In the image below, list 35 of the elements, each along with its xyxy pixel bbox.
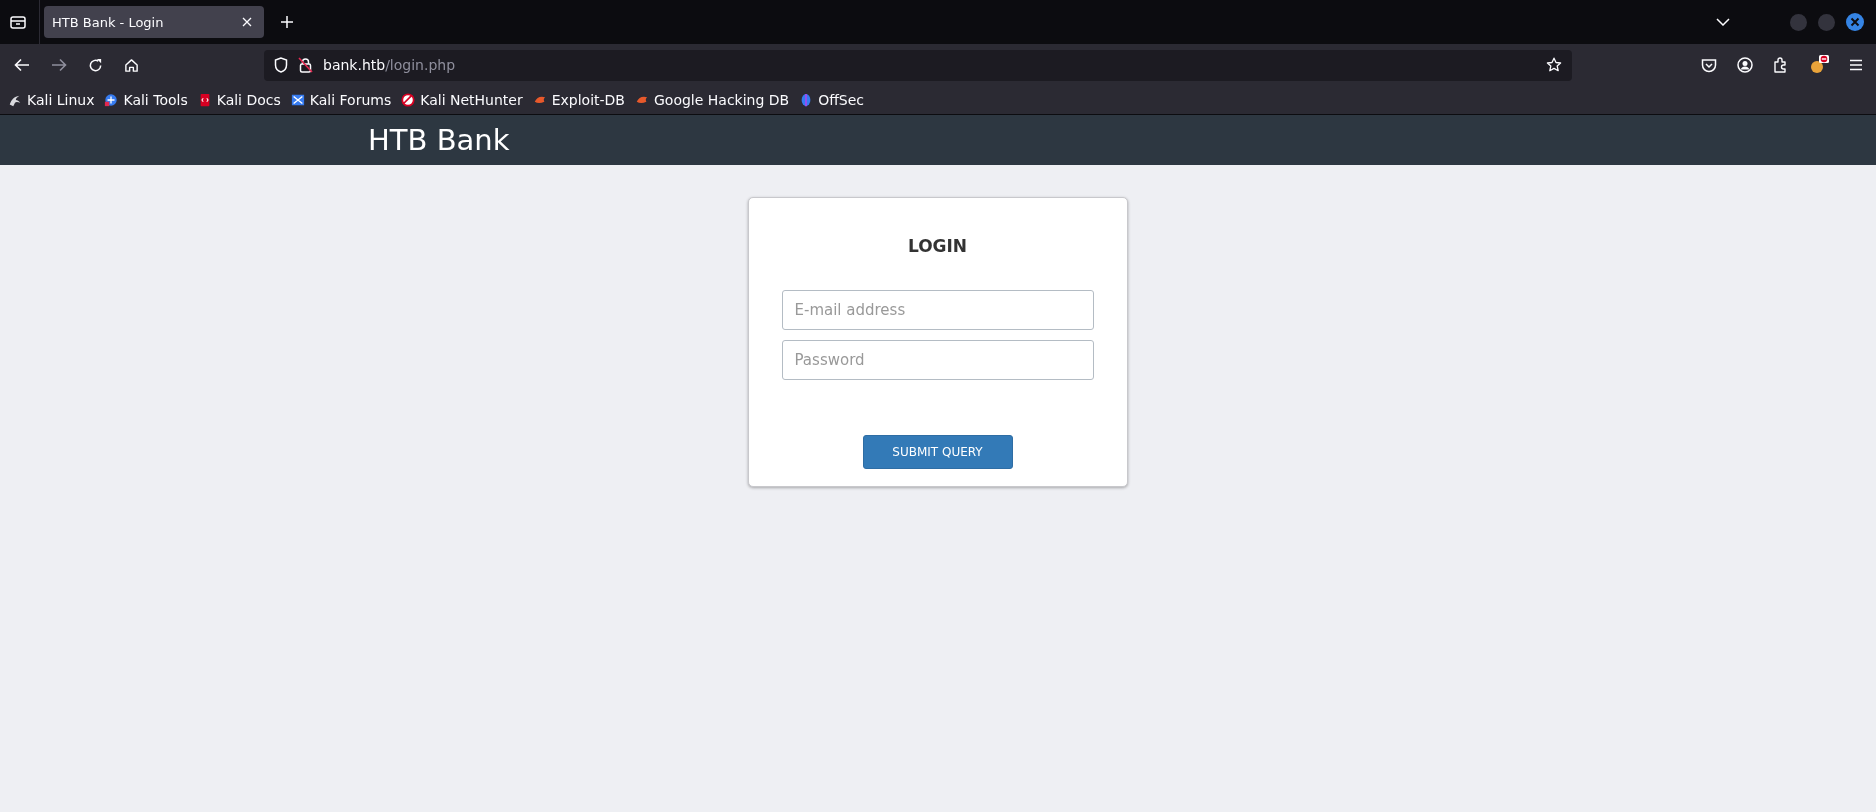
- site-title[interactable]: HTB Bank: [368, 123, 510, 157]
- bookmark-link[interactable]: Exploit-DB: [532, 92, 625, 108]
- account-icon[interactable]: [1737, 57, 1753, 73]
- bookmark-link[interactable]: OffSec: [799, 92, 865, 108]
- tools-icon: [104, 93, 119, 107]
- bookmark-link[interactable]: Google Hacking DB: [635, 92, 790, 108]
- url-text: bank.htb/login.php: [323, 57, 456, 73]
- close-tab-icon[interactable]: [242, 17, 252, 27]
- star-icon[interactable]: [1546, 57, 1562, 73]
- close-icon[interactable]: [1846, 13, 1864, 31]
- shield-icon[interactable]: [274, 57, 288, 73]
- submit-button[interactable]: SUBMIT QUERY: [862, 435, 1013, 469]
- tab-list-icon[interactable]: [10, 15, 26, 29]
- chevron-down-icon[interactable]: [1716, 18, 1730, 26]
- reload-icon[interactable]: [88, 57, 103, 73]
- forum-icon: [290, 93, 305, 107]
- new-tab-icon[interactable]: [280, 15, 294, 29]
- input-field[interactable]: E-mail address: [781, 290, 1094, 330]
- bookmark-link[interactable]: Kali Forums: [290, 92, 392, 108]
- bookmark-link[interactable]: Kali Docs: [197, 92, 281, 108]
- input-field[interactable]: Password: [781, 340, 1094, 380]
- browser-tab[interactable]: HTB Bank - Login: [44, 6, 264, 38]
- bookmark-link[interactable]: Kali NetHunter: [401, 92, 523, 108]
- puzzle-icon[interactable]: [1773, 57, 1789, 73]
- login-heading: LOGIN: [907, 236, 968, 256]
- menu-icon[interactable]: [1849, 59, 1863, 71]
- insecure-lock-icon[interactable]: [298, 57, 313, 73]
- pocket-icon[interactable]: [1701, 57, 1717, 73]
- back-arrow-icon[interactable]: [14, 58, 30, 72]
- home-icon[interactable]: [124, 57, 139, 73]
- bookmark-link[interactable]: Kali Linux: [8, 92, 95, 108]
- forward-arrow-icon[interactable]: [51, 58, 67, 72]
- address-bar[interactable]: bank.htb/login.php: [264, 49, 1572, 81]
- bookmark-link[interactable]: Kali Tools: [104, 92, 188, 108]
- extension-icon[interactable]: [1809, 55, 1829, 75]
